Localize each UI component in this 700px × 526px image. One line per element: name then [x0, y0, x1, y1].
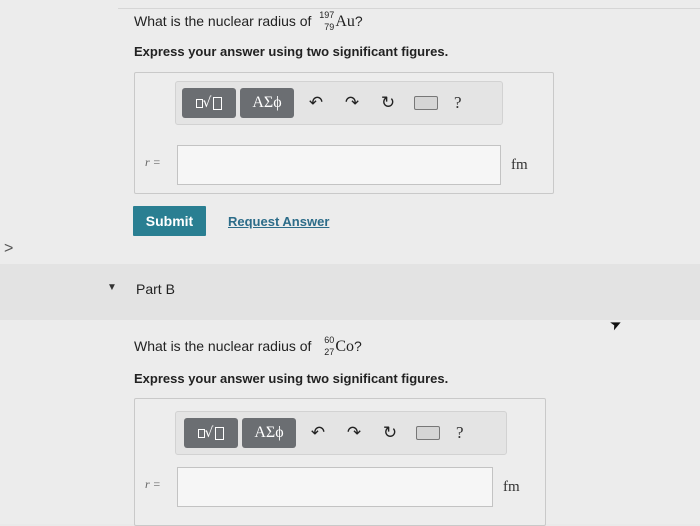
sqrt-icon: √: [204, 425, 214, 441]
part-b-header[interactable]: [0, 264, 700, 320]
isotope-mass-number: 197: [319, 10, 335, 20]
question-text: What is the nuclear radius of: [134, 13, 312, 29]
element-symbol: Co: [335, 338, 354, 355]
keyboard-icon[interactable]: [416, 426, 440, 440]
unit-label: fm: [511, 157, 528, 173]
help-icon[interactable]: ?: [454, 93, 462, 113]
unit-label: fm: [503, 479, 520, 495]
part-b-title[interactable]: Part B: [136, 281, 175, 297]
keyboard-icon[interactable]: [414, 96, 438, 110]
variable-label: r =: [145, 477, 161, 491]
isotope-mass-number: 60: [324, 335, 335, 345]
redo-icon[interactable]: ↷: [338, 93, 366, 113]
caret-down-icon[interactable]: ▼: [107, 282, 117, 293]
answer-input[interactable]: [177, 145, 501, 185]
submit-button[interactable]: Submit: [133, 206, 206, 236]
element-symbol: Au: [335, 13, 355, 30]
box-icon: [215, 426, 225, 440]
redo-icon[interactable]: ↷: [340, 423, 368, 443]
isotope-atomic-number: 79: [324, 22, 335, 32]
question-mark: ?: [354, 13, 363, 29]
isotope-notation: 60 27: [317, 335, 335, 357]
part-b-instruction: Express your answer using two significan…: [134, 371, 449, 386]
reset-icon[interactable]: ↻: [376, 423, 404, 443]
undo-icon[interactable]: ↶: [302, 93, 330, 113]
answer-input[interactable]: [177, 467, 493, 507]
question-mark: ?: [353, 338, 362, 354]
reset-icon[interactable]: ↻: [374, 93, 402, 113]
question-text: What is the nuclear radius of: [134, 338, 312, 354]
variable-label: r =: [145, 155, 161, 169]
part-a-instruction: Express your answer using two significan…: [134, 44, 449, 59]
isotope-atomic-number: 27: [324, 347, 335, 357]
part-a-toolbar: √ ΑΣϕ ↶ ↷ ↻ ?: [175, 81, 503, 125]
part-a-answer-box: √ ΑΣϕ ↶ ↷ ↻ ? r = fm: [134, 72, 554, 194]
box-icon: [213, 96, 223, 110]
help-icon[interactable]: ?: [456, 423, 464, 443]
undo-icon[interactable]: ↶: [304, 423, 332, 443]
page: > What is the nuclear radius of 197 79 A…: [0, 0, 700, 526]
part-b-answer-box: √ ΑΣϕ ↶ ↷ ↻ ? r = fm: [134, 398, 546, 526]
divider: [118, 8, 700, 9]
request-answer-link[interactable]: Request Answer: [228, 214, 329, 229]
part-b-toolbar: √ ΑΣϕ ↶ ↷ ↻ ?: [175, 411, 507, 455]
isotope-notation: 197 79: [317, 10, 335, 32]
fraction-icon: [195, 98, 203, 108]
fraction-icon: [197, 428, 205, 438]
chevron-right-icon[interactable]: >: [4, 240, 13, 258]
part-b-question: What is the nuclear radius of 60 27 Co?: [134, 335, 362, 357]
part-a-question: What is the nuclear radius of 197 79 Au?: [134, 10, 363, 32]
templates-button[interactable]: √: [182, 88, 236, 118]
sqrt-icon: √: [202, 95, 212, 111]
symbols-button[interactable]: ΑΣϕ: [240, 88, 294, 118]
symbols-button[interactable]: ΑΣϕ: [242, 418, 296, 448]
templates-button[interactable]: √: [184, 418, 238, 448]
